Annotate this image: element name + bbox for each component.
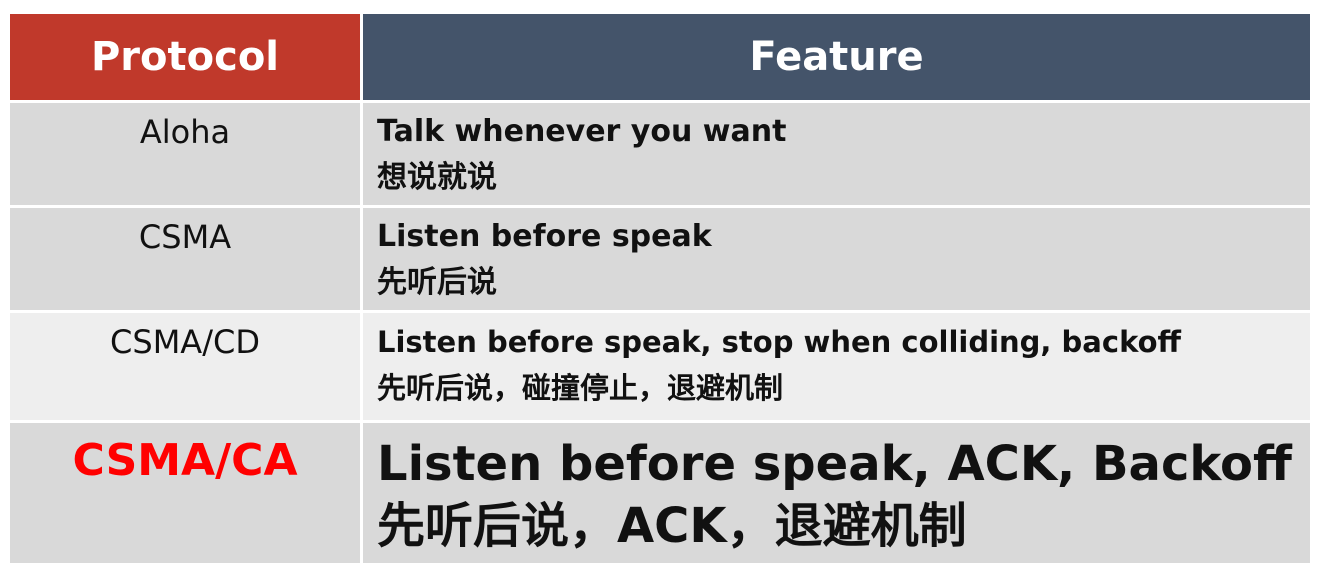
feature-cell: Listen before speak 先听后说 <box>363 208 1310 310</box>
table-row: CSMA/CD Listen before speak, stop when c… <box>10 313 1310 420</box>
header-feature: Feature <box>363 14 1310 100</box>
protocol-cell-highlighted: CSMA/CA <box>10 423 363 563</box>
protocol-cell: CSMA <box>10 208 363 310</box>
protocol-cell: Aloha <box>10 103 363 205</box>
feature-english: Talk whenever you want <box>377 114 787 149</box>
feature-chinese: 先听后说，碰撞停止，退避机制 <box>377 371 784 405</box>
feature-chinese: 想说就说 <box>377 160 497 195</box>
table-row: Aloha Talk whenever you want 想说就说 <box>10 103 1310 205</box>
feature-cell: Talk whenever you want 想说就说 <box>363 103 1310 205</box>
feature-cell: Listen before speak, ACK, Backoff 先听后说，A… <box>363 423 1310 563</box>
table-row: CSMA Listen before speak 先听后说 <box>10 208 1310 310</box>
feature-cell: Listen before speak, stop when colliding… <box>363 313 1310 420</box>
feature-chinese: 先听后说 <box>377 265 497 300</box>
protocol-cell: CSMA/CD <box>10 313 363 420</box>
header-protocol: Protocol <box>10 14 363 100</box>
table-header: Protocol Feature <box>10 14 1310 100</box>
feature-chinese: 先听后说，ACK，退避机制 <box>377 498 967 554</box>
protocol-table: Protocol Feature Aloha Talk whenever you… <box>10 14 1310 563</box>
feature-english: Listen before speak, stop when colliding… <box>377 325 1181 359</box>
feature-english: Listen before speak <box>377 219 712 254</box>
table-row-highlighted: CSMA/CA Listen before speak, ACK, Backof… <box>10 423 1310 563</box>
feature-english: Listen before speak, ACK, Backoff <box>377 436 1292 492</box>
